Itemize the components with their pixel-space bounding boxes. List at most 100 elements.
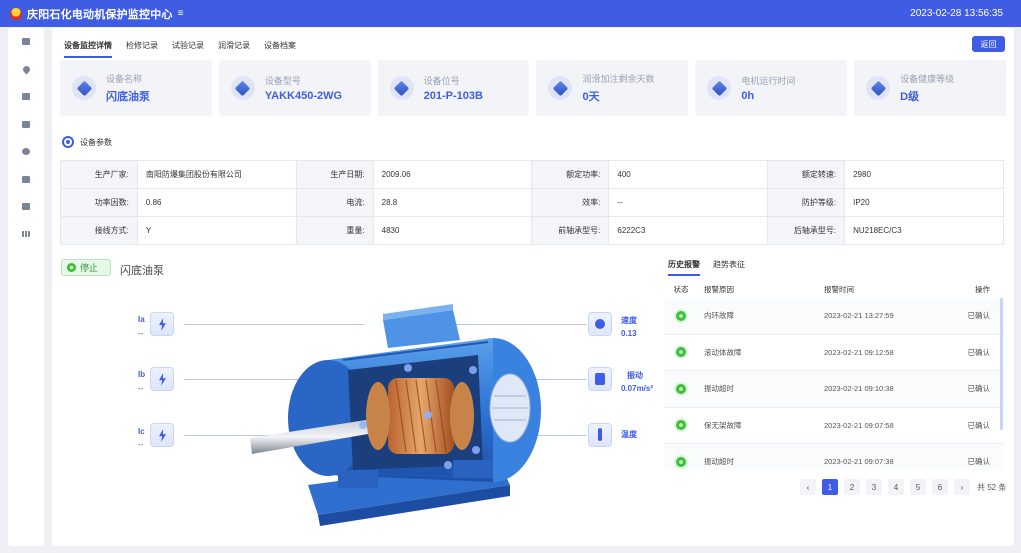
current-sensor-icon xyxy=(150,367,174,391)
alarm-list-scrollbar[interactable] xyxy=(1000,298,1003,430)
motor-cutaway-illustration xyxy=(250,304,541,526)
page-button[interactable]: 4 xyxy=(888,479,904,495)
alarm-action[interactable]: 已确认 xyxy=(946,335,1000,371)
table-row[interactable]: 滚动体故障 2023-02-21 09:12:58 已确认 xyxy=(664,335,1004,371)
company-logo-icon xyxy=(10,7,22,20)
status-dot-icon xyxy=(676,456,686,467)
alarm-action[interactable]: 已确认 xyxy=(946,298,1000,334)
sidebar-item-statistics[interactable] xyxy=(8,221,44,249)
section-marker-icon xyxy=(62,136,74,148)
alarm-tabs: 历史报警 趋势表征 xyxy=(668,257,758,276)
equipment-name: 闪底油泵 xyxy=(120,265,164,277)
sensor-value-ic: -- xyxy=(138,440,144,449)
app-title: 庆阳石化电动机保护监控中心 xyxy=(27,8,173,21)
alarm-reason: 振动超时 xyxy=(704,457,734,467)
prev-page-button[interactable]: ‹ xyxy=(800,479,816,495)
alarm-reason: 振动超时 xyxy=(704,384,734,394)
param-key: 生产日期: xyxy=(295,160,374,189)
alarm-action[interactable]: 已确认 xyxy=(946,371,1000,407)
table-row[interactable]: 振动超时 2023-02-21 09:07:38 已确认 xyxy=(664,444,1004,470)
sidebar-item-maintenance[interactable] xyxy=(8,166,44,194)
sensor-label-speed: 速度 xyxy=(621,316,637,325)
detail-tabs: 设备监控详情 检修记录 试验记录 润滑记录 设备档案 xyxy=(64,38,310,58)
info-card: 设备健康等级 D级 xyxy=(854,60,1006,116)
sidebar-item-location[interactable] xyxy=(8,56,44,84)
alarm-time: 2023-02-21 09:10:38 xyxy=(824,384,894,394)
tab-device-archive[interactable]: 设备档案 xyxy=(264,38,296,58)
dashboard-icon xyxy=(22,38,30,46)
sensor-label-ic: Ic xyxy=(138,427,145,436)
param-value: -- xyxy=(608,188,769,217)
params-table: 生产厂家: 南阳防爆集团股份有限公司 生产日期: 2009.06 额定功率: 400 … xyxy=(60,160,1004,245)
menu-toggle-icon[interactable]: ≡ xyxy=(178,8,184,19)
status-dot-icon xyxy=(676,310,686,321)
current-datetime: 2023-02-28 13:56:35 xyxy=(910,8,1003,19)
sidebar-item-users[interactable] xyxy=(8,193,44,221)
tab-trend[interactable]: 趋势表征 xyxy=(713,257,745,276)
card-label: 设备健康等级 xyxy=(900,74,955,84)
sidebar xyxy=(8,28,44,546)
tab-alarm-history[interactable]: 历史报警 xyxy=(668,257,700,276)
status-badge: 停止 xyxy=(61,259,111,276)
vibration-icon xyxy=(588,367,612,391)
sensor-label-ia: Ia xyxy=(138,315,145,324)
sensor-label-temperature: 温度 xyxy=(621,430,637,439)
tab-lubrication-records[interactable]: 润滑记录 xyxy=(218,38,250,58)
gear-icon xyxy=(22,148,30,156)
sidebar-item-settings[interactable] xyxy=(8,138,44,166)
params-section-title: 设备参数 xyxy=(62,136,112,148)
current-sensor-icon xyxy=(150,312,174,336)
table-row: 生产厂家: 南阳防爆集团股份有限公司 生产日期: 2009.06 额定功率: 400 … xyxy=(60,160,1004,189)
params-title-text: 设备参数 xyxy=(80,137,112,147)
param-key: 功率因数: xyxy=(60,188,138,217)
column-header: 状态 xyxy=(673,284,689,294)
page-button[interactable]: 6 xyxy=(932,479,948,495)
tab-test-records[interactable]: 试验记录 xyxy=(172,38,204,58)
back-button[interactable]: 返回 xyxy=(972,36,1005,52)
param-key: 额定功率: xyxy=(531,160,610,189)
sensor-value-speed: 0.13 xyxy=(621,329,637,338)
param-value: 4830 xyxy=(372,216,533,245)
page-button[interactable]: 2 xyxy=(844,479,860,495)
tab-maintenance-records[interactable]: 检修记录 xyxy=(126,38,158,58)
next-page-button[interactable]: › xyxy=(954,479,970,495)
card-value: D级 xyxy=(900,91,920,103)
tab-monitor-detail[interactable]: 设备监控详情 xyxy=(64,38,112,58)
page-button[interactable]: 3 xyxy=(866,479,882,495)
alarm-reason: 滚动体故障 xyxy=(704,347,742,357)
users-icon xyxy=(22,203,30,211)
bar-chart-icon xyxy=(22,231,30,238)
card-value: 0h xyxy=(741,90,755,102)
param-value: NU218EC/C3 xyxy=(844,216,1004,245)
sidebar-item-dashboard[interactable] xyxy=(8,28,44,56)
column-header: 操作 xyxy=(975,284,990,294)
param-value: Y xyxy=(136,216,297,245)
alarm-time: 2023-02-21 09:07:38 xyxy=(824,457,894,467)
sensor-label-ib: Ib xyxy=(138,370,146,379)
sidebar-item-monitor[interactable] xyxy=(8,83,44,111)
device-icon xyxy=(22,120,30,128)
param-key: 生产厂家: xyxy=(60,160,138,189)
table-row: 功率因数: 0.86 电流: 28.8 效率: -- 防护等级: IP20 xyxy=(60,188,1004,217)
alarm-action[interactable]: 已确认 xyxy=(946,408,1000,444)
sensor-label-vibration: 振动 xyxy=(627,371,643,380)
sidebar-item-device[interactable] xyxy=(8,111,44,139)
card-label: 设备名称 xyxy=(106,74,143,84)
sensor-value-ia: -- xyxy=(138,329,144,338)
cube-icon xyxy=(548,76,573,100)
alarm-action[interactable]: 已确认 xyxy=(946,444,1000,470)
param-key: 效率: xyxy=(531,188,610,217)
param-key: 额定转速: xyxy=(767,160,846,189)
table-row[interactable]: 内环故障 2023-02-21 13:27:59 已确认 xyxy=(664,298,1004,335)
alarm-reason: 保无架故障 xyxy=(704,420,742,430)
page-button[interactable]: 1 xyxy=(822,479,838,495)
page-button[interactable]: 5 xyxy=(910,479,926,495)
column-header: 报警时间 xyxy=(824,284,854,294)
table-row[interactable]: 振动超时 2023-02-21 09:10:38 已确认 xyxy=(664,371,1004,408)
param-key: 接线方式: xyxy=(60,216,138,245)
table-row[interactable]: 保无架故障 2023-02-21 09:07:58 已确认 xyxy=(664,408,1004,444)
info-card: 设备型号 YAKK450-2WG xyxy=(218,60,371,116)
monitor-icon xyxy=(22,93,30,101)
param-key: 防护等级: xyxy=(767,188,846,217)
card-label: 电机运行时间 xyxy=(741,76,796,86)
